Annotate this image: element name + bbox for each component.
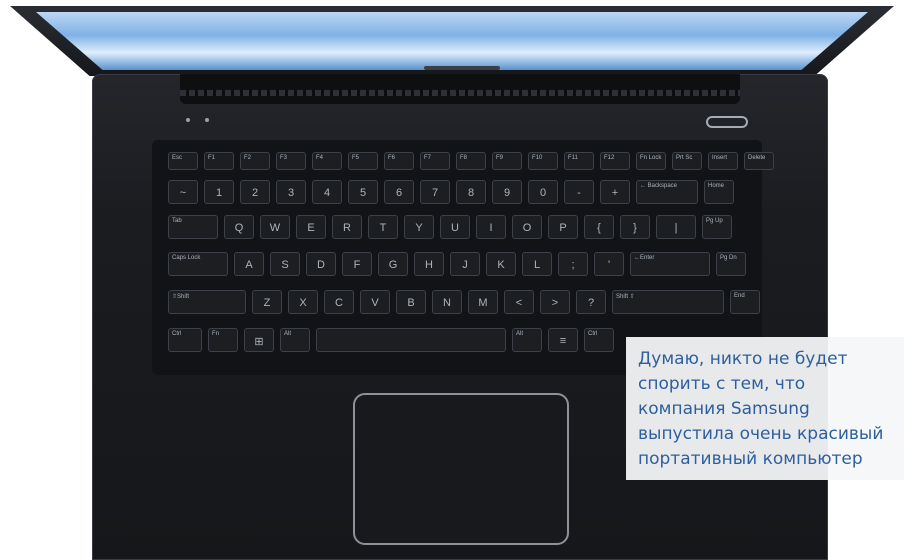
- keyboard-key: S: [270, 252, 300, 276]
- keyboard-key: P: [548, 215, 578, 239]
- keyboard-key: 4: [312, 180, 342, 204]
- keyboard-key: J: [450, 252, 480, 276]
- keyboard-key: 9: [492, 180, 522, 204]
- caption-line: выпустила очень красивый: [638, 424, 884, 444]
- keyboard-key: ': [594, 252, 624, 276]
- keyboard-key: ←Enter: [630, 252, 710, 276]
- keyboard-key: <: [504, 290, 534, 314]
- keyboard-key: >: [540, 290, 570, 314]
- keyboard-key: }: [620, 215, 650, 239]
- caption-line: спорить с тем, что: [638, 374, 806, 394]
- keyboard-key: O: [512, 215, 542, 239]
- keyboard-key: F11: [564, 152, 594, 170]
- keyboard-key: F1: [204, 152, 234, 170]
- keyboard-key: H: [414, 252, 444, 276]
- keyboard-key: F8: [456, 152, 486, 170]
- keyboard-key: K: [486, 252, 516, 276]
- keyboard-key: V: [360, 290, 390, 314]
- keyboard-key: Y: [404, 215, 434, 239]
- keyboard-key: 5: [348, 180, 378, 204]
- power-button: [706, 116, 748, 128]
- keyboard-key: F6: [384, 152, 414, 170]
- keyboard-key: F2: [240, 152, 270, 170]
- status-led: [186, 118, 190, 122]
- keyboard-key: F7: [420, 152, 450, 170]
- keyboard-key: 2: [240, 180, 270, 204]
- keyboard-key: N: [432, 290, 462, 314]
- keyboard-key: ← Backspace: [636, 180, 698, 204]
- keyboard-key: ≡: [548, 328, 578, 352]
- keyboard-key: B: [396, 290, 426, 314]
- keyboard-key: 8: [456, 180, 486, 204]
- keyboard-key: Tab: [168, 215, 218, 239]
- touchpad: [353, 393, 569, 545]
- keyboard-key: Alt: [280, 328, 310, 352]
- keyboard-key: F4: [312, 152, 342, 170]
- keyboard-key: ?: [576, 290, 606, 314]
- keyboard-key: Fn Lock: [636, 152, 666, 170]
- keyboard-key: W: [260, 215, 290, 239]
- keyboard-key: Ctrl: [168, 328, 202, 352]
- keyboard-key: F3: [276, 152, 306, 170]
- keyboard-key: I: [476, 215, 506, 239]
- photo-caption: Думаю, никто не будет спорить с тем, что…: [626, 337, 904, 480]
- keyboard-key: Shift ⇧: [612, 290, 724, 314]
- keyboard-key: Ctrl: [584, 328, 614, 352]
- vent-grille: [180, 90, 740, 96]
- keyboard-key: Prt Sc: [672, 152, 702, 170]
- keyboard-key: C: [324, 290, 354, 314]
- keyboard-key: Q: [224, 215, 254, 239]
- keyboard-key: A: [234, 252, 264, 276]
- keyboard-key: X: [288, 290, 318, 314]
- status-led: [205, 118, 209, 122]
- keyboard-key: F5: [348, 152, 378, 170]
- keyboard-key: 1: [204, 180, 234, 204]
- caption-line: портативный компьютер: [638, 449, 863, 469]
- samsung-logo: [424, 66, 500, 70]
- keyboard-key: Home: [704, 180, 734, 204]
- keyboard-key: ;: [558, 252, 588, 276]
- keyboard-key: F9: [492, 152, 522, 170]
- keyboard-key: Esc: [168, 152, 198, 170]
- keyboard-key: Alt: [512, 328, 542, 352]
- keyboard-key: F10: [528, 152, 558, 170]
- keyboard-key: 7: [420, 180, 450, 204]
- caption-line: Думаю, никто не будет: [638, 349, 848, 369]
- keyboard-key: G: [378, 252, 408, 276]
- keyboard-key: Insert: [708, 152, 738, 170]
- keyboard-key: Z: [252, 290, 282, 314]
- keyboard-key: 0: [528, 180, 558, 204]
- keyboard-key: Fn: [208, 328, 238, 352]
- keyboard-key: Pg Dn: [716, 252, 746, 276]
- keyboard-key: Caps Lock: [168, 252, 228, 276]
- keyboard-key: Pg Up: [702, 215, 732, 239]
- keyboard-key: E: [296, 215, 326, 239]
- laptop-screen: [36, 12, 868, 70]
- laptop-photo: Esc F1 F2 F3 F4 F5 F6 F7 F8 F9 F10 F11 F12 Fn Lock Prt…: [0, 0, 904, 560]
- keyboard-key: D: [306, 252, 336, 276]
- keyboard-key: 3: [276, 180, 306, 204]
- keyboard-key: U: [440, 215, 470, 239]
- keyboard-key: F12: [600, 152, 630, 170]
- keyboard-key: -: [564, 180, 594, 204]
- keyboard-key: T: [368, 215, 398, 239]
- caption-line: компания Samsung: [638, 399, 810, 419]
- keyboard-key: |: [656, 215, 696, 239]
- keyboard-key: +: [600, 180, 630, 204]
- hinge: [180, 74, 740, 104]
- keyboard-key: ⇧Shift: [168, 290, 246, 314]
- keyboard-key: Delete: [744, 152, 774, 170]
- keyboard-key: ⊞: [244, 328, 274, 352]
- keyboard-key: [316, 328, 506, 352]
- keyboard-key: F: [342, 252, 372, 276]
- keyboard-key: L: [522, 252, 552, 276]
- keyboard-key: 6: [384, 180, 414, 204]
- keyboard-key: {: [584, 215, 614, 239]
- keyboard-key: M: [468, 290, 498, 314]
- keyboard-key: R: [332, 215, 362, 239]
- keyboard-key: End: [730, 290, 760, 314]
- keyboard-key: ~: [168, 180, 198, 204]
